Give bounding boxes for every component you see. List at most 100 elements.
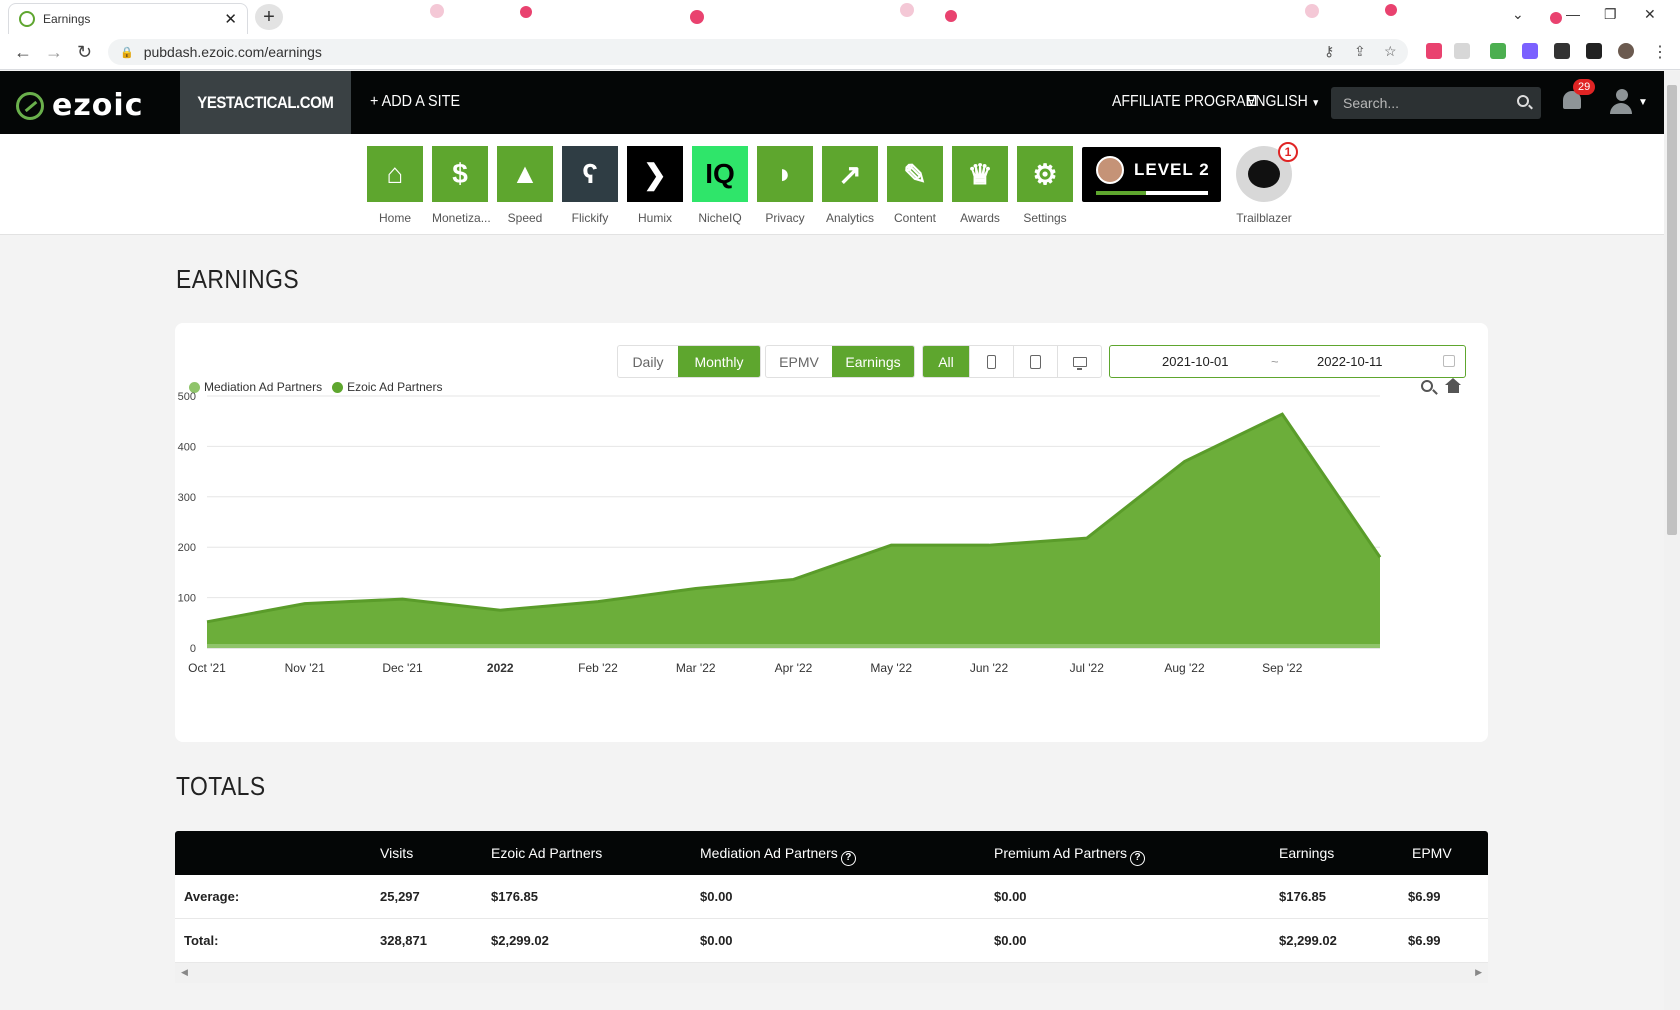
notification-badge: 29 [1573, 79, 1596, 95]
earnings-heading: EARNINGS [176, 264, 300, 294]
help-icon[interactable]: ? [1130, 851, 1146, 866]
helmet-visor [1248, 160, 1280, 188]
level-progress-fill [1096, 191, 1147, 195]
back-arrow-icon[interactable]: ← [14, 42, 32, 63]
scroll-right-icon[interactable]: ▶ [1475, 967, 1482, 978]
tab-title: Earnings [43, 12, 91, 26]
level-progress-bar [1096, 191, 1208, 195]
notifications-button[interactable]: 29 [1563, 79, 1596, 113]
logo-wordmark: ezoic [52, 88, 144, 123]
blossom-decoration [520, 6, 532, 18]
rocket-icon: ▲ [497, 146, 553, 202]
share-icon[interactable]: ⇪ [1354, 43, 1366, 60]
help-icon[interactable]: ? [840, 851, 856, 866]
search-icon[interactable] [1517, 95, 1529, 107]
app-home[interactable]: ⌂ Home [367, 146, 423, 225]
avatar [1096, 156, 1124, 184]
profile-avatar[interactable] [1618, 43, 1634, 59]
app-content[interactable]: ✎ Content [887, 146, 943, 225]
minimize-icon[interactable]: — [1566, 6, 1580, 22]
column-header-label: Premium Ad Partners [994, 845, 1128, 861]
cell-epmv: $6.99 [1408, 933, 1441, 948]
y-tick-label: 200 [178, 542, 196, 554]
tab-close-icon[interactable]: ✕ [224, 10, 237, 28]
nicheiq-icon: IQ [692, 146, 748, 202]
app-speed[interactable]: ▲ Speed [497, 146, 553, 225]
table-row: Total: 328,871 $2,299.02 $0.00 $0.00 $2,… [175, 919, 1488, 963]
humix-icon: ❯ [627, 146, 683, 202]
new-tab-button[interactable]: + [255, 4, 283, 30]
scrollbar-thumb[interactable] [1667, 85, 1677, 535]
forward-arrow-icon[interactable]: → [45, 42, 63, 63]
puzzle-icon[interactable] [1554, 43, 1570, 59]
address-bar[interactable]: 🔒 pubdash.ezoic.com/earnings ⚷ ⇪ ☆ [108, 39, 1408, 65]
user-icon-body [1610, 103, 1632, 114]
browser-menu-icon[interactable]: ⋮ [1652, 42, 1668, 62]
extension-icon[interactable] [1454, 43, 1470, 59]
cell-visits: 328,871 [380, 933, 427, 948]
add-site-link[interactable]: + ADD A SITE [370, 93, 460, 111]
app-label: Flickify [571, 211, 609, 225]
app-settings[interactable]: ⚙ Settings [1017, 146, 1073, 225]
blossom-decoration [1550, 12, 1562, 24]
app-awards[interactable]: ♛ Awards [952, 146, 1008, 225]
line-chart-icon: ↗ [822, 146, 878, 202]
cell-earnings: $176.85 [1279, 889, 1326, 904]
app-header: ezoic YESTACTICAL.COM + ADD A SITE AFFIL… [0, 71, 1664, 134]
affiliate-program-link[interactable]: AFFILIATE PROGRAM [1112, 93, 1257, 111]
document-edit-icon: ✎ [887, 146, 943, 202]
shield-icon: ◗ [757, 146, 813, 202]
ezoic-logo[interactable]: ezoic [16, 88, 143, 123]
restore-icon[interactable]: ❐ [1604, 6, 1617, 23]
search-input[interactable] [1331, 87, 1511, 119]
y-tick-label: 0 [190, 643, 196, 655]
y-tick-label: 500 [178, 391, 196, 403]
cell-ezoic: $2,299.02 [491, 933, 549, 948]
app-humix[interactable]: ❯ Humix [627, 146, 683, 225]
app-privacy[interactable]: ◗ Privacy [757, 146, 813, 225]
app-analytics[interactable]: ↗ Analytics [822, 146, 878, 225]
gear-icon: ⚙ [1017, 146, 1073, 202]
blossom-decoration [430, 4, 444, 18]
reload-icon[interactable]: ↻ [77, 42, 92, 63]
language-dropdown[interactable]: ENGLISH ▼ [1246, 93, 1320, 111]
y-tick-label: 400 [178, 441, 196, 453]
x-tick-label: Aug '22 [1164, 661, 1205, 675]
trailblazer-button[interactable]: 1 Trailblazer [1232, 142, 1298, 225]
app-launcher-bar: ⌂ Home $ Monetiza... ▲ Speed ʕ Flickify ❯ Humix IQ… [0, 134, 1664, 235]
site-selector[interactable]: YESTACTICAL.COM [180, 71, 351, 134]
tab-search-chevron-icon[interactable]: ⌄ [1512, 6, 1524, 23]
app-label: Privacy [765, 211, 805, 225]
bookmark-star-icon[interactable]: ☆ [1384, 43, 1397, 60]
x-tick-label: Jun '22 [970, 661, 1009, 675]
app-flickify[interactable]: ʕ Flickify [562, 146, 618, 225]
page-scrollbar[interactable] [1664, 71, 1680, 1010]
side-panel-icon[interactable] [1586, 43, 1602, 59]
trailblazer-badge: 1 [1278, 142, 1298, 162]
scroll-left-icon[interactable]: ◀ [181, 967, 188, 978]
y-tick-label: 300 [178, 492, 196, 504]
app-label: Settings [1023, 211, 1067, 225]
extension-icon[interactable] [1522, 43, 1538, 59]
x-tick-label: May '22 [870, 661, 912, 675]
cell-mediation: $0.00 [700, 889, 733, 904]
app-label: Humix [637, 211, 672, 225]
level-badge[interactable]: LEVEL 2 [1082, 147, 1221, 202]
app-nicheiq[interactable]: IQ NicheIQ [692, 146, 748, 225]
level-text: LEVEL 2 [1134, 160, 1210, 179]
user-menu[interactable]: ▼ [1610, 89, 1648, 114]
blossom-decoration [690, 10, 704, 24]
key-icon[interactable]: ⚷ [1324, 43, 1334, 60]
extension-icon[interactable] [1426, 43, 1442, 59]
app-label: Monetiza... [432, 211, 491, 225]
site-name: YESTACTICAL.COM [197, 92, 334, 112]
close-window-icon[interactable]: ✕ [1644, 6, 1656, 23]
browser-tab-strip: Earnings ✕ + ⌄ — ❐ ✕ [0, 0, 1680, 34]
caret-down-icon: ▼ [1311, 98, 1321, 109]
browser-tab-earnings[interactable]: Earnings ✕ [8, 3, 248, 34]
table-horizontal-scrollbar[interactable]: ◀ ▶ [175, 963, 1488, 983]
url-text: pubdash.ezoic.com/earnings [143, 44, 322, 60]
app-monetiza[interactable]: $ Monetiza... [432, 146, 491, 225]
x-tick-label: Oct '21 [188, 661, 226, 675]
extension-icon[interactable] [1490, 43, 1506, 59]
